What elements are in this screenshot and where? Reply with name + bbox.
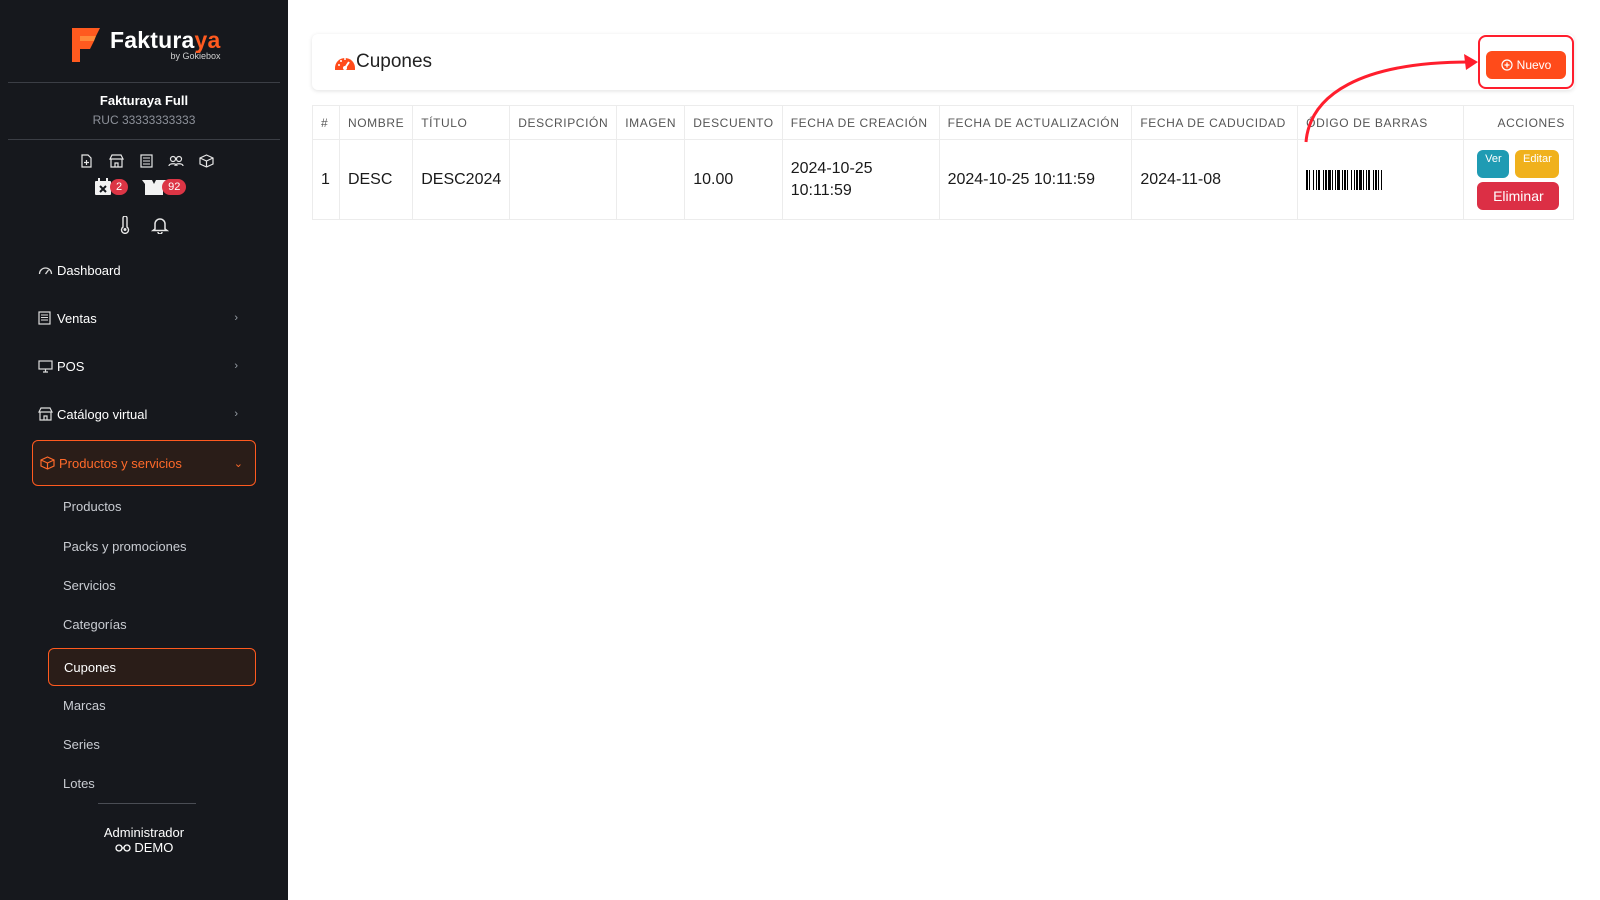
- speedometer-icon: [335, 58, 355, 70]
- stock-alert[interactable]: 92: [142, 178, 187, 196]
- col-nombre[interactable]: NOMBRE: [338, 105, 414, 140]
- thermometer-icon[interactable]: [119, 216, 131, 234]
- cell-fecha-actualizacion: 2024-10-25 10:11:59: [938, 139, 1133, 220]
- box-icon: [40, 456, 56, 470]
- divider: [98, 803, 196, 804]
- nav-label: Dashboard: [57, 262, 121, 278]
- new-button-label: Nuevo: [1516, 58, 1552, 72]
- nav-pos[interactable]: POS ›: [38, 351, 250, 381]
- subnav-lotes[interactable]: Lotes: [63, 776, 95, 791]
- company-name: Fakturaya Full: [99, 93, 189, 108]
- col-fecha-caducidad[interactable]: FECHA DE CADUCIDAD: [1131, 105, 1299, 140]
- subnav-marcas[interactable]: Marcas: [63, 698, 106, 713]
- new-button[interactable]: Nuevo: [1486, 51, 1566, 79]
- monitor-icon: [38, 359, 54, 373]
- logo-icon: [68, 24, 104, 64]
- list-icon[interactable]: [137, 153, 155, 169]
- shortcut-bar: [77, 153, 215, 169]
- tools-bar: [119, 216, 169, 234]
- nav-ventas[interactable]: Ventas ›: [38, 303, 250, 333]
- divider: [8, 139, 280, 140]
- subnav-packs[interactable]: Packs y promociones: [63, 539, 187, 554]
- dashboard-icon: [38, 263, 54, 277]
- divider: [8, 82, 280, 83]
- nav-label: Productos y servicios: [59, 455, 182, 471]
- col-acciones: ACCIONES: [1462, 105, 1575, 140]
- cell-titulo: DESC2024: [412, 139, 511, 220]
- sidebar: Fakturaya by Gokiebox Fakturaya Full RUC…: [0, 0, 288, 900]
- cell-fecha-caducidad: 2024-11-08: [1131, 139, 1299, 220]
- calendar-alert[interactable]: 2: [94, 178, 129, 196]
- nav-dashboard[interactable]: Dashboard: [38, 255, 250, 285]
- user-role: Administrador: [103, 825, 185, 840]
- nav-label: POS: [57, 358, 85, 374]
- cell-acciones: Ver Editar Eliminar: [1462, 139, 1575, 220]
- table-header-row: # NOMBRE TÍTULO DESCRIPCIÓN IMAGEN DESCU…: [312, 105, 1575, 140]
- glasses-icon: [115, 844, 131, 852]
- barcode-bar: [1382, 170, 1385, 190]
- cell-descripcion: [509, 139, 618, 220]
- notification-badges: 2 92: [94, 178, 187, 196]
- subnav-productos[interactable]: Productos: [63, 499, 122, 514]
- subnav-cupones[interactable]: Cupones: [48, 648, 256, 686]
- stock-badge: 92: [162, 179, 187, 195]
- page-title-text: Cupones: [356, 51, 433, 72]
- coupons-table: # NOMBRE TÍTULO DESCRIPCIÓN IMAGEN DESCU…: [312, 105, 1575, 220]
- box-icon[interactable]: [197, 153, 215, 169]
- bell-icon[interactable]: [151, 216, 169, 234]
- cell-imagen: [616, 139, 686, 220]
- calendar-badge: 2: [110, 179, 129, 195]
- col-titulo[interactable]: TÍTULO: [412, 105, 511, 140]
- receipt-icon: [38, 311, 54, 325]
- barcode-image: [1306, 169, 1455, 190]
- col-descripcion[interactable]: DESCRIPCIÓN: [509, 105, 618, 140]
- cell-codigo-barras: [1297, 139, 1464, 220]
- new-document-icon[interactable]: [77, 153, 95, 169]
- edit-button[interactable]: Editar: [1515, 149, 1560, 178]
- cell-fecha-creacion: 2024-10-25 10:11:59: [781, 139, 940, 220]
- view-button[interactable]: Ver: [1477, 149, 1510, 178]
- nav-label: Ventas: [57, 310, 97, 326]
- chevron-right-icon: ›: [234, 360, 238, 372]
- table-row: 1 DESC DESC2024 10.00 2024-10-25 10:11:5…: [312, 139, 1575, 220]
- col-fecha-creacion[interactable]: FECHA DE CREACIÓN: [781, 105, 940, 140]
- chevron-right-icon: ›: [234, 312, 238, 324]
- col-fecha-actualizacion[interactable]: FECHA DE ACTUALIZACIÓN: [938, 105, 1133, 140]
- company-ruc: RUC 33333333333: [92, 113, 196, 127]
- cell-descuento: 10.00: [684, 139, 783, 220]
- col-imagen[interactable]: IMAGEN: [616, 105, 686, 140]
- nav-productos[interactable]: Productos y servicios ⌄: [32, 440, 256, 486]
- nav-label: Catálogo virtual: [57, 406, 148, 422]
- chevron-down-icon: ⌄: [233, 457, 243, 470]
- cell-number: 1: [312, 139, 340, 220]
- col-number[interactable]: #: [312, 105, 340, 140]
- brand-logo[interactable]: Fakturaya by Gokiebox: [68, 24, 220, 64]
- nav-catalogo[interactable]: Catálogo virtual ›: [38, 399, 250, 429]
- col-descuento[interactable]: DESCUENTO: [684, 105, 783, 140]
- user-name-row: DEMO: [0, 840, 288, 855]
- col-codigo-barras[interactable]: ÓDIGO DE BARRAS: [1297, 105, 1464, 140]
- chevron-right-icon: ›: [234, 408, 238, 420]
- brand-name: Fakturaya: [110, 26, 221, 53]
- plus-circle-icon: [1501, 59, 1513, 71]
- subnav-categorias[interactable]: Categorías: [63, 617, 127, 632]
- users-icon[interactable]: [167, 153, 185, 169]
- subnav-servicios[interactable]: Servicios: [63, 578, 116, 593]
- page-title: Cupones: [334, 51, 432, 73]
- user-info[interactable]: Administrador DEMO: [0, 825, 288, 855]
- store-icon[interactable]: [107, 153, 125, 169]
- subnav-series[interactable]: Series: [63, 737, 100, 752]
- delete-button[interactable]: Eliminar: [1477, 181, 1560, 210]
- cell-nombre: DESC: [338, 139, 414, 220]
- store-icon: [38, 407, 54, 421]
- user-name: DEMO: [134, 840, 174, 855]
- page-header: Cupones: [312, 34, 1574, 90]
